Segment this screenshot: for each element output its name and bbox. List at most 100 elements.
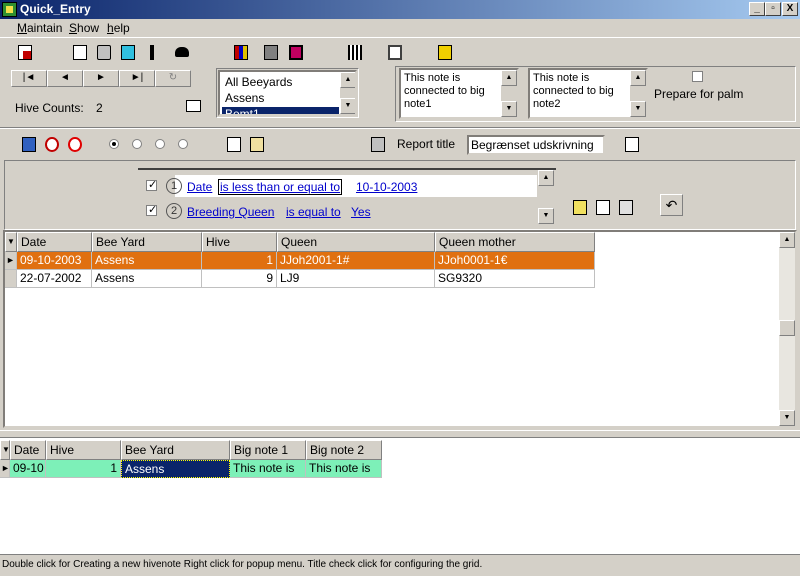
beeyard-option[interactable]: All Beeyards: [222, 75, 339, 90]
note-grid-indicator-header[interactable]: ▼: [0, 440, 10, 460]
cancel-button[interactable]: [63, 133, 86, 155]
scroll-down-icon[interactable]: ▼: [501, 101, 517, 117]
nav-next-button[interactable]: ►: [83, 70, 119, 87]
filter-2-operator[interactable]: is equal to: [286, 205, 341, 219]
exit-button[interactable]: [433, 41, 456, 63]
main-grid-scrollbar[interactable]: ▲ ▼: [779, 232, 795, 426]
beeyard-scrollbar[interactable]: ▲ ▼: [340, 72, 355, 114]
note-col-header-bignote2[interactable]: Big note 2: [306, 440, 382, 460]
help-query-button[interactable]: [620, 133, 643, 155]
filter-2-field[interactable]: Breeding Queen: [187, 205, 274, 219]
print-report-button[interactable]: [366, 133, 389, 155]
note-cell-bignote1[interactable]: This note is: [230, 460, 306, 478]
scroll-down-icon[interactable]: ▼: [340, 98, 355, 114]
cell-date[interactable]: 22-07-2002: [17, 270, 92, 288]
note1-scrollbar[interactable]: ▲ ▼: [501, 70, 517, 117]
splitter[interactable]: [0, 430, 800, 438]
grid-indicator-header[interactable]: ▼: [5, 232, 17, 252]
note2-memo[interactable]: This note is connected to big note2 ▲ ▼: [528, 68, 648, 119]
menu-help[interactable]: help: [107, 21, 130, 35]
filter-clear-button[interactable]: [40, 133, 63, 155]
transfer-button[interactable]: [116, 41, 139, 63]
minimize-button[interactable]: _: [749, 2, 765, 16]
col-header-queen-mother[interactable]: Queen mother: [435, 232, 595, 252]
cell-beeyard[interactable]: Assens: [92, 252, 202, 270]
barcode-button[interactable]: [343, 41, 366, 63]
note-cell-hive[interactable]: 1: [46, 460, 121, 478]
scroll-thumb[interactable]: [779, 320, 795, 336]
frame-button[interactable]: [284, 41, 307, 63]
col-header-date[interactable]: Date: [17, 232, 92, 252]
nav-first-button[interactable]: |◄: [11, 70, 47, 87]
filter-apply-button[interactable]: [17, 133, 40, 155]
beeyard-listbox[interactable]: All Beeyards Assens Bemt1 ▲ ▼: [218, 70, 357, 116]
scroll-up-icon[interactable]: ▲: [538, 170, 554, 186]
note1-memo[interactable]: This note is connected to big note1 ▲ ▼: [399, 68, 519, 119]
note-col-header-beeyard[interactable]: Bee Yard: [121, 440, 230, 460]
prepare-palm-checkbox[interactable]: [692, 71, 703, 82]
beeyard-option-selected[interactable]: Bemt1: [222, 107, 339, 114]
cell-beeyard[interactable]: Assens: [92, 270, 202, 288]
print-button[interactable]: [92, 41, 115, 63]
col-header-beeyard[interactable]: Bee Yard: [92, 232, 202, 252]
beeyard-option[interactable]: Assens: [222, 91, 339, 106]
radio-option-1[interactable]: [109, 139, 119, 149]
table-row[interactable]: 22-07-2002 Assens 9 LJ9 SG9320: [5, 270, 595, 288]
calculator-button[interactable]: [259, 41, 282, 63]
table-row[interactable]: ► 09-10 1 Assens This note is This note …: [0, 460, 382, 478]
nav-prev-button[interactable]: ◄: [47, 70, 83, 87]
filter-1-checkbox[interactable]: ✓: [146, 179, 157, 191]
filter-save-button[interactable]: [614, 196, 637, 218]
filter-scrollbar[interactable]: ▲ ▼: [538, 170, 555, 226]
menu-show[interactable]: Show: [69, 21, 99, 35]
note-cell-date[interactable]: 09-10: [10, 460, 46, 478]
radio-option-2[interactable]: [132, 139, 142, 149]
cell-queen[interactable]: JJoh2001-1#: [277, 252, 435, 270]
filter-2-checkbox[interactable]: ✓: [146, 204, 157, 216]
filter-2-value[interactable]: Yes: [351, 205, 371, 219]
scroll-up-icon[interactable]: ▲: [340, 72, 355, 88]
cell-queen-mother[interactable]: JJoh0001-1€: [435, 252, 595, 270]
radio-option-4[interactable]: [178, 139, 188, 149]
note2-scrollbar[interactable]: ▲ ▼: [630, 70, 646, 117]
color-grid-button[interactable]: [229, 41, 252, 63]
note-cell-beeyard[interactable]: Assens: [121, 460, 230, 478]
report-title-input[interactable]: Begrænset udskrivning: [467, 135, 605, 155]
col-header-queen[interactable]: Queen: [277, 232, 435, 252]
filter-1-value[interactable]: 10-10-2003: [356, 180, 417, 194]
hivenote-grid[interactable]: ▼ Date Hive Bee Yard Big note 1 Big note…: [0, 438, 800, 554]
scroll-up-icon[interactable]: ▲: [630, 70, 646, 86]
note-col-header-hive[interactable]: Hive: [46, 440, 121, 460]
note-col-header-date[interactable]: Date: [10, 440, 46, 460]
cell-hive[interactable]: 1: [202, 252, 277, 270]
edit-report-button[interactable]: [245, 133, 268, 155]
monitor-button[interactable]: [383, 41, 406, 63]
scroll-up-icon[interactable]: ▲: [779, 232, 795, 248]
nav-refresh-button[interactable]: ↻: [155, 70, 191, 87]
menu-maintain[interactable]: Maintain: [17, 21, 62, 35]
cell-queen[interactable]: LJ9: [277, 270, 435, 288]
filter-1-operator[interactable]: is less than or equal to: [218, 179, 343, 195]
scroll-down-icon[interactable]: ▼: [538, 208, 554, 224]
col-header-hive[interactable]: Hive: [202, 232, 277, 252]
scroll-down-icon[interactable]: ▼: [779, 410, 795, 426]
filter-edit-button[interactable]: [591, 196, 614, 218]
nav-last-button[interactable]: ►|: [119, 70, 155, 87]
filter-1-field[interactable]: Date: [187, 180, 212, 194]
undo-button[interactable]: ↶: [660, 194, 683, 216]
hive-count-button[interactable]: [183, 97, 203, 115]
cell-hive[interactable]: 9: [202, 270, 277, 288]
main-grid[interactable]: ▼ Date Bee Yard Hive Queen Queen mother …: [3, 230, 797, 428]
cloud-button[interactable]: [170, 41, 193, 63]
alert-report-button[interactable]: [222, 133, 245, 155]
maximize-button[interactable]: ▫: [765, 2, 781, 16]
cell-date[interactable]: 09-10-2003: [17, 252, 92, 270]
report-button[interactable]: [68, 41, 91, 63]
copy-record-button[interactable]: [13, 41, 36, 63]
tool-button[interactable]: [140, 41, 163, 63]
cell-queen-mother[interactable]: SG9320: [435, 270, 595, 288]
table-row[interactable]: ► 09-10-2003 Assens 1 JJoh2001-1# JJoh00…: [5, 252, 595, 270]
scroll-up-icon[interactable]: ▲: [501, 70, 517, 86]
scroll-down-icon[interactable]: ▼: [630, 101, 646, 117]
close-button[interactable]: X: [782, 2, 798, 16]
